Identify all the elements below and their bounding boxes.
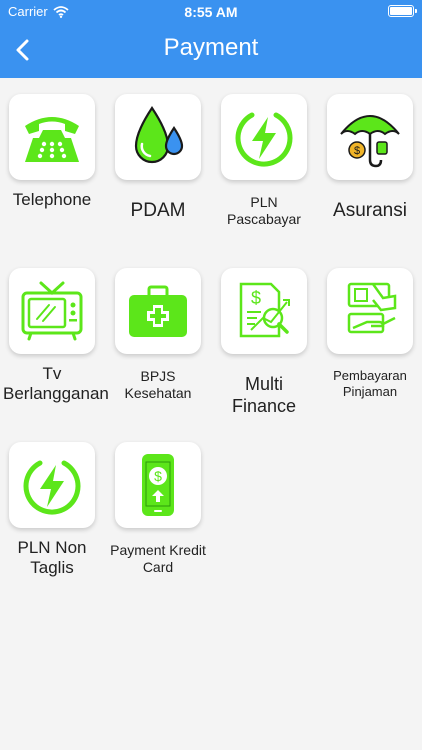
item-label: PDAM — [130, 200, 186, 221]
svg-text:$: $ — [154, 468, 162, 484]
lightning-icon — [23, 460, 81, 515]
item-label: Pembayaran Pinjaman — [333, 368, 407, 399]
item-label: Telephone — [12, 190, 92, 209]
tile-pln-non-taglis[interactable] — [9, 442, 95, 528]
tv-icon — [21, 281, 83, 341]
tile-multi-finance[interactable]: $ — [221, 268, 307, 354]
status-bar: Carrier 8:55 AM — [0, 0, 422, 24]
loan-hand-icon — [347, 282, 397, 334]
medical-kit-icon — [129, 285, 187, 337]
item-label: Multi Finance — [231, 374, 297, 416]
item-label: Tv Berlangganan — [3, 364, 109, 404]
telephone-icon — [25, 117, 79, 162]
app-header: Carrier 8:55 AM Payment — [0, 0, 422, 78]
svg-text:$: $ — [354, 145, 360, 157]
tile-pembayaran-pinjaman[interactable] — [327, 268, 413, 354]
page-title: Payment — [163, 34, 259, 61]
lightning-icon — [235, 112, 293, 167]
item-label: PLN Pascabayar — [227, 194, 301, 227]
svg-text:$: $ — [251, 288, 261, 308]
tile-tv-berlangganan[interactable] — [9, 268, 95, 354]
item-label: PLN Non Taglis — [17, 538, 87, 578]
battery-icon — [388, 5, 417, 17]
tile-telephone[interactable] — [9, 94, 95, 180]
item-label: BPJS Kesehatan — [124, 368, 192, 401]
umbrella-icon: $ — [340, 115, 400, 168]
item-label: Asuransi — [333, 200, 407, 221]
tile-asuransi[interactable]: $ — [327, 94, 413, 180]
tile-payment-kredit-card[interactable]: $ — [115, 442, 201, 528]
water-drop-icon — [134, 106, 184, 164]
tile-pdam[interactable] — [115, 94, 201, 180]
tile-bpjs-kesehatan[interactable] — [115, 268, 201, 354]
status-time: 8:55 AM — [184, 4, 238, 20]
tile-pln-pascabayar[interactable] — [221, 94, 307, 180]
phone-payment-icon: $ — [142, 454, 174, 516]
finance-chart-icon: $ — [239, 282, 290, 338]
item-label: Payment Kredit Card — [110, 542, 206, 575]
